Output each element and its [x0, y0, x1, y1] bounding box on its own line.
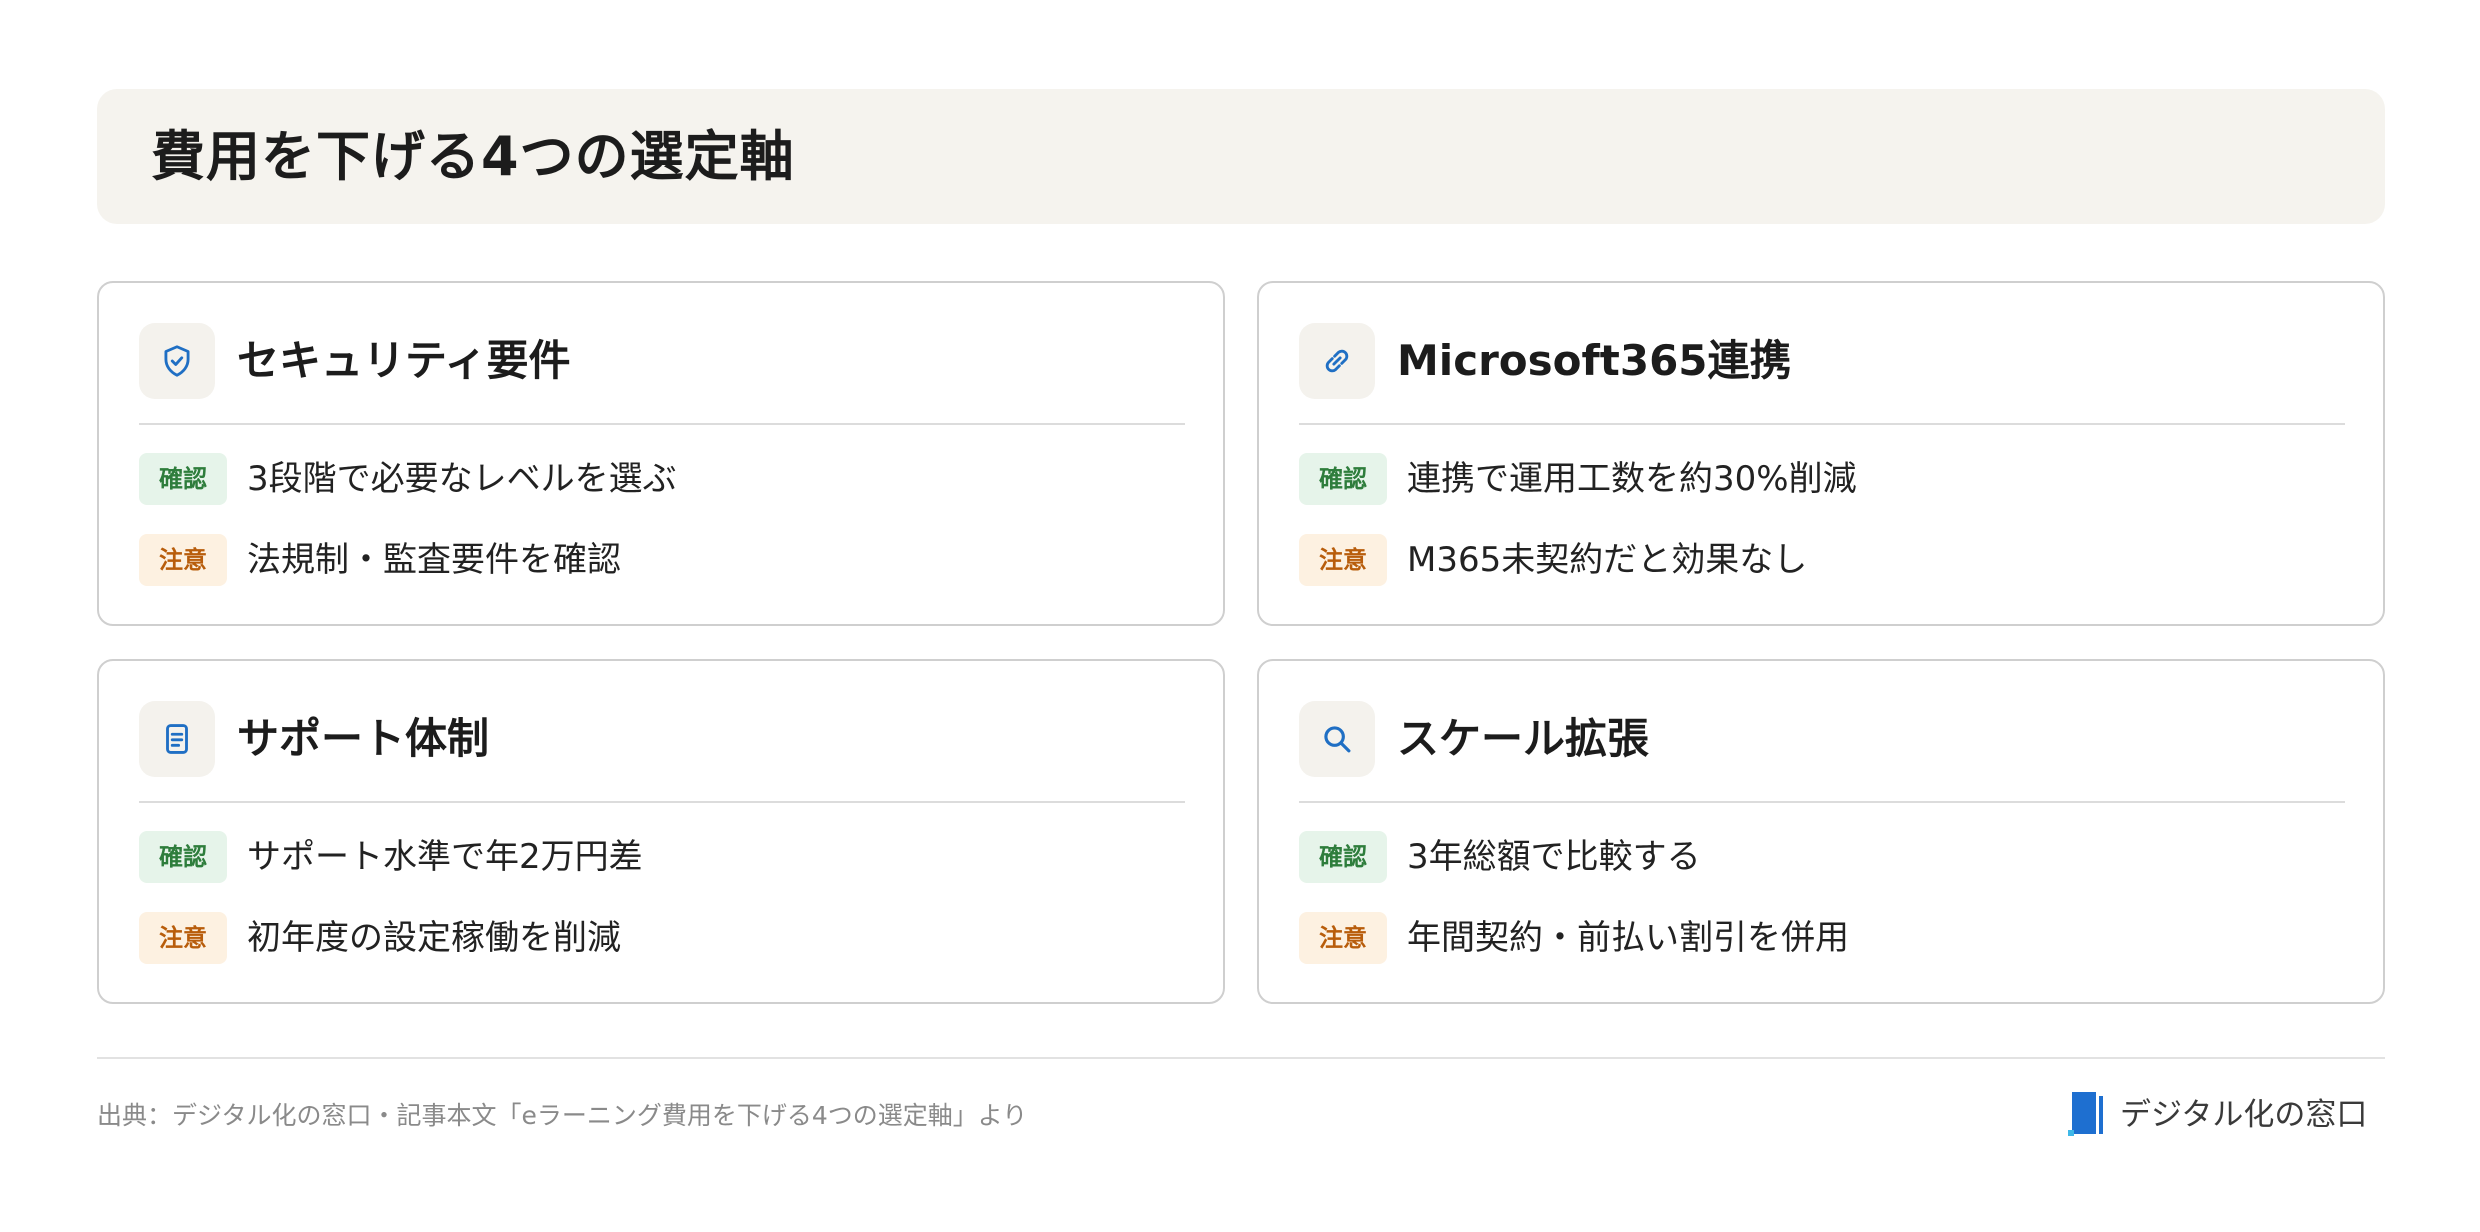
caution-row: 注意 M365未契約だと効果なし [1299, 534, 2345, 586]
source-citation: 出典：デジタル化の窓口・記事本文「eラーニング費用を下げる4つの選定軸」より [97, 1101, 1028, 1130]
confirm-text: 3段階で必要なレベルを選ぶ [247, 459, 677, 499]
caution-text: 初年度の設定稼働を削減 [247, 918, 621, 958]
card-title: サポート体制 [237, 714, 490, 763]
confirm-badge: 確認 [1299, 831, 1387, 883]
search-icon [1324, 726, 1351, 753]
card-divider [1299, 423, 2345, 425]
caution-badge: 注意 [139, 534, 227, 586]
card-microsoft365: Microsoft365連携 確認 連携で運用工数を約30%削減 注意 M365… [1257, 281, 2385, 626]
caution-row: 注意 初年度の設定稼働を削減 [139, 912, 1185, 964]
shield-check-icon [164, 345, 190, 377]
card-title: セキュリティ要件 [237, 336, 571, 385]
confirm-text: サポート水準で年2万円差 [247, 837, 643, 877]
card-header: スケール拡張 [1299, 701, 2345, 777]
card-support: サポート体制 確認 サポート水準で年2万円差 注意 初年度の設定稼働を削減 [97, 659, 1225, 1004]
confirm-text: 3年総額で比較する [1407, 837, 1701, 877]
caution-row: 注意 法規制・監査要件を確認 [139, 534, 1185, 586]
card-header: セキュリティ要件 [139, 323, 1185, 399]
card-header: サポート体制 [139, 701, 1185, 777]
caution-text: 年間契約・前払い割引を併用 [1407, 918, 1849, 958]
confirm-badge: 確認 [139, 831, 227, 883]
icon-box [1299, 323, 1375, 399]
caution-row: 注意 年間契約・前払い割引を併用 [1299, 912, 2345, 964]
caution-badge: 注意 [1299, 534, 1387, 586]
card-divider [139, 423, 1185, 425]
icon-box [139, 701, 215, 777]
caution-badge: 注意 [139, 912, 227, 964]
icon-box [139, 323, 215, 399]
confirm-row: 確認 連携で運用工数を約30%削減 [1299, 453, 2345, 505]
brand-logo: デジタル化の窓口 [2068, 1090, 2388, 1140]
card-scale: スケール拡張 確認 3年総額で比較する 注意 年間契約・前払い割引を併用 [1257, 659, 2385, 1004]
icon-box [1299, 701, 1375, 777]
confirm-row: 確認 3年総額で比較する [1299, 831, 2345, 883]
logo-mark-icon [2068, 1092, 2103, 1136]
caution-text: M365未契約だと効果なし [1407, 540, 1808, 580]
card-title: Microsoft365連携 [1397, 336, 1792, 385]
document-icon [166, 724, 188, 754]
footer-divider [97, 1057, 2385, 1059]
confirm-badge: 確認 [139, 453, 227, 505]
card-title: スケール拡張 [1397, 714, 1650, 763]
page-title: 費用を下げる4つの選定軸 [151, 125, 795, 188]
logo-text: デジタル化の窓口 [2120, 1097, 2368, 1133]
title-banner: 費用を下げる4つの選定軸 [97, 89, 2385, 224]
card-divider [1299, 801, 2345, 803]
card-divider [139, 801, 1185, 803]
confirm-row: 確認 サポート水準で年2万円差 [139, 831, 1185, 883]
card-header: Microsoft365連携 [1299, 323, 2345, 399]
card-security: セキュリティ要件 確認 3段階で必要なレベルを選ぶ 注意 法規制・監査要件を確認 [97, 281, 1225, 626]
link-icon [1325, 349, 1349, 373]
confirm-badge: 確認 [1299, 453, 1387, 505]
caution-text: 法規制・監査要件を確認 [247, 540, 621, 580]
confirm-text: 連携で運用工数を約30%削減 [1407, 459, 1857, 499]
confirm-row: 確認 3段階で必要なレベルを選ぶ [139, 453, 1185, 505]
caution-badge: 注意 [1299, 912, 1387, 964]
